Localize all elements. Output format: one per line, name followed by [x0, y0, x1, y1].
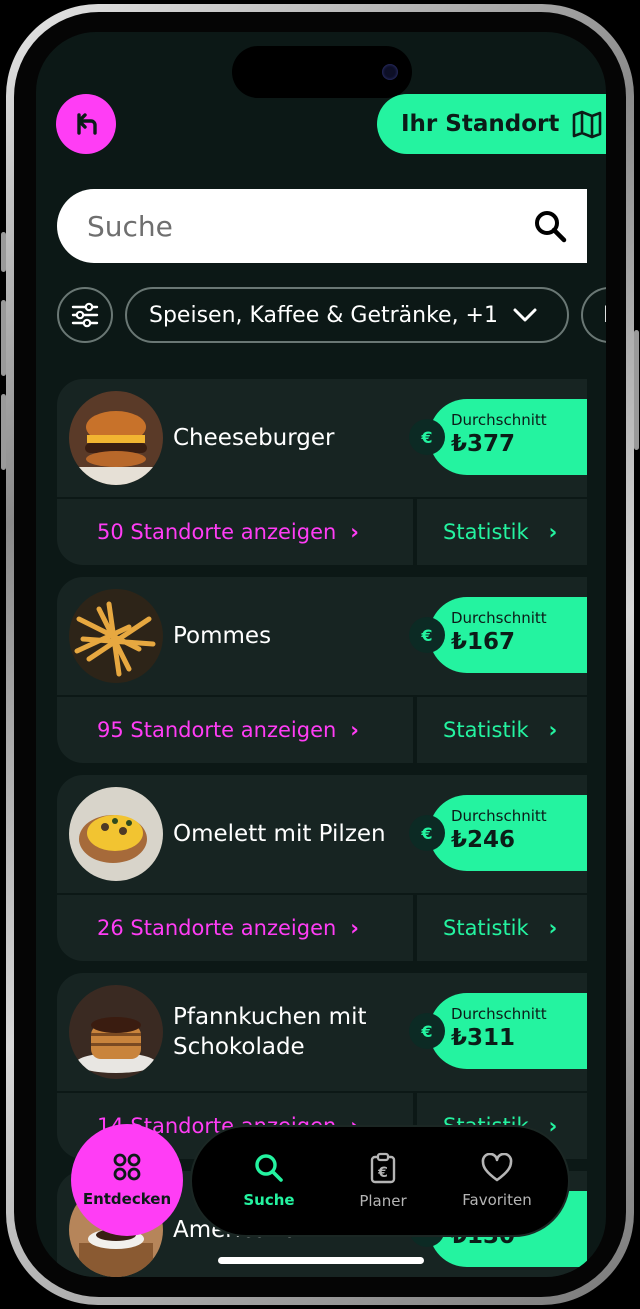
average-price: ₺167: [451, 629, 516, 655]
pancakes-photo-icon: [69, 985, 163, 1079]
euro-icon: €: [409, 815, 445, 851]
heart-icon: [481, 1153, 513, 1182]
tab-label: Planer: [359, 1192, 407, 1210]
average-label: Durchschnitt: [451, 609, 547, 627]
power-button: [634, 330, 639, 450]
statistics-link[interactable]: Statistik ›: [417, 895, 587, 961]
chevron-right-icon: ›: [548, 520, 558, 544]
chevron-right-icon: ›: [548, 1114, 558, 1138]
food-name: Pfannkuchen mit Schokolade: [173, 1004, 367, 1060]
fries-photo-icon: [69, 589, 163, 683]
tab-favorites[interactable]: Favoriten: [447, 1153, 547, 1209]
average-price: ₺311: [451, 1025, 516, 1051]
chevron-right-icon: ›: [548, 916, 558, 940]
average-label: Durchschnitt: [451, 1005, 547, 1023]
home-indicator: [218, 1257, 424, 1264]
food-card: Pommes Durchschnitt ₺167 € 95 Standorte …: [57, 577, 587, 765]
filter-settings-button[interactable]: [57, 287, 113, 343]
food-name: Omelett mit Pilzen: [173, 821, 386, 847]
volume-up-button: [1, 300, 6, 376]
statistics-link[interactable]: Statistik ›: [417, 697, 587, 763]
food-card-header[interactable]: Omelett mit Pilzen Durchschnitt ₺246 €: [57, 775, 587, 893]
sliders-icon: [71, 302, 99, 328]
grid-circles-icon: [113, 1153, 141, 1181]
food-card-header[interactable]: Pommes Durchschnitt ₺167 €: [57, 577, 587, 695]
next-filter-chip[interactable]: I: [581, 287, 606, 343]
average-price: ₺246: [451, 827, 516, 853]
average-label: Durchschnitt: [451, 807, 547, 825]
tab-planner[interactable]: € Planer: [333, 1152, 433, 1210]
statistics-label: Statistik: [443, 916, 529, 940]
average-price-pill: Durchschnitt ₺377: [429, 399, 587, 475]
tab-search[interactable]: Suche: [219, 1153, 319, 1209]
clipboard-euro-icon: €: [370, 1152, 396, 1184]
average-price-pill: Durchschnitt ₺246: [429, 795, 587, 871]
chevron-right-icon: ›: [350, 916, 359, 940]
statistics-label: Statistik: [443, 520, 529, 544]
show-locations-label: 50 Standorte anzeigen: [97, 520, 337, 544]
dynamic-island: [232, 46, 412, 98]
show-locations-link[interactable]: 95 Standorte anzeigen ›: [57, 697, 413, 763]
app-screen: Ihr Standort Speisen, Kaffee & Getränke,…: [36, 32, 606, 1277]
discover-label: Entdecken: [82, 1190, 172, 1208]
show-locations-link[interactable]: 26 Standorte anzeigen ›: [57, 895, 413, 961]
average-label: Durchschnitt: [451, 411, 547, 429]
next-filter-label: I: [603, 303, 606, 328]
euro-icon: €: [409, 419, 445, 455]
svg-text:€: €: [377, 1165, 388, 1181]
volume-down-button: [1, 394, 6, 470]
mute-switch: [1, 232, 6, 272]
category-filter-label: Speisen, Kaffee & Getränke, +1: [149, 302, 498, 328]
camera-icon: [382, 64, 398, 80]
location-label: Ihr Standort: [401, 111, 560, 137]
average-price: ₺377: [451, 431, 516, 457]
burger-photo-icon: [69, 391, 163, 485]
location-button[interactable]: Ihr Standort: [377, 94, 606, 154]
chevron-right-icon: ›: [350, 520, 359, 544]
food-card: Omelett mit Pilzen Durchschnitt ₺246 € 2…: [57, 775, 587, 963]
show-locations-label: 26 Standorte anzeigen: [97, 916, 337, 940]
food-card: Cheeseburger Durchschnitt ₺377 € 50 Stan…: [57, 379, 587, 567]
show-locations-label: 95 Standorte anzeigen: [97, 718, 337, 742]
search-bar[interactable]: [57, 189, 587, 263]
statistics-link[interactable]: Statistik ›: [417, 499, 587, 565]
category-filter-dropdown[interactable]: Speisen, Kaffee & Getränke, +1: [125, 287, 569, 343]
bottom-tab-bar: Suche € Planer Favoriten: [190, 1125, 570, 1237]
chevron-down-icon: [513, 308, 537, 322]
search-icon[interactable]: [533, 209, 567, 243]
food-card-header[interactable]: Cheeseburger Durchschnitt ₺377 €: [57, 379, 587, 497]
omelette-photo-icon: [69, 787, 163, 881]
euro-icon: €: [409, 1013, 445, 1049]
search-input[interactable]: [87, 209, 533, 243]
euro-icon: €: [409, 617, 445, 653]
average-price-pill: Durchschnitt ₺167: [429, 597, 587, 673]
show-locations-link[interactable]: 50 Standorte anzeigen ›: [57, 499, 413, 565]
tab-label: Favoriten: [462, 1191, 532, 1209]
search-icon: [255, 1154, 283, 1182]
food-card-header[interactable]: Pfannkuchen mit Schokolade Durchschnitt …: [57, 973, 587, 1091]
back-button[interactable]: [56, 94, 116, 154]
average-price-pill: Durchschnitt ₺311: [429, 993, 587, 1069]
tab-label: Suche: [243, 1191, 295, 1209]
map-icon: [573, 110, 602, 139]
filter-row: Speisen, Kaffee & Getränke, +1 I: [57, 287, 606, 343]
food-name: Cheeseburger: [173, 425, 335, 451]
chevron-right-icon: ›: [548, 718, 558, 742]
back-arrow-icon: [77, 113, 97, 135]
statistics-label: Statistik: [443, 718, 529, 742]
discover-button[interactable]: Entdecken: [71, 1124, 183, 1236]
chevron-right-icon: ›: [350, 718, 359, 742]
food-name: Pommes: [173, 623, 272, 649]
